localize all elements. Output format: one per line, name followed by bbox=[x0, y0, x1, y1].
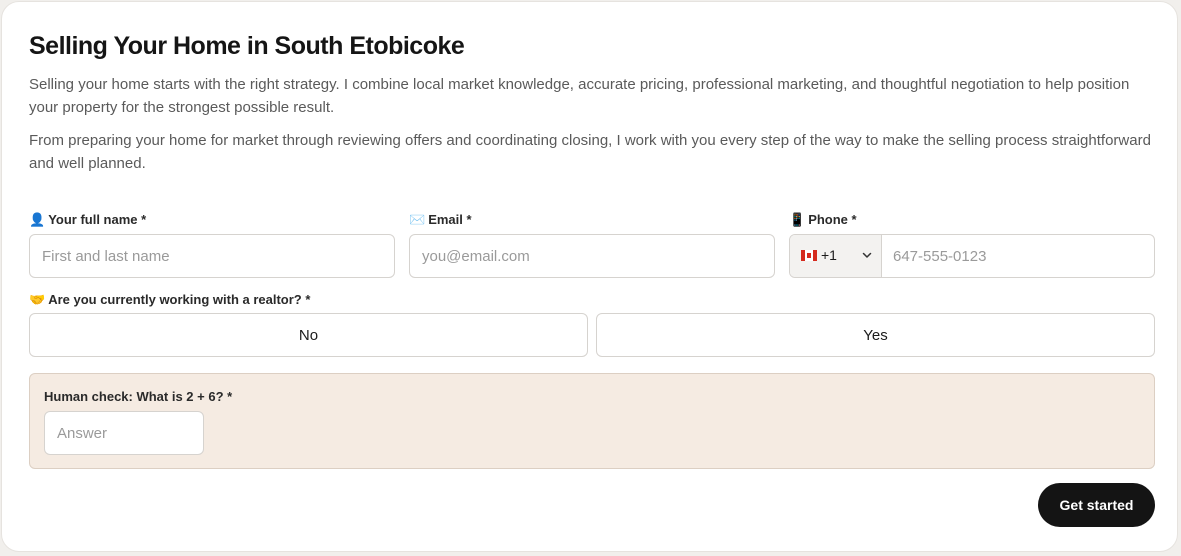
phone-label-text: Phone * bbox=[808, 212, 857, 227]
full-name-input[interactable] bbox=[29, 234, 395, 278]
realtor-question-label: 🤝 Are you currently working with a realto… bbox=[29, 292, 310, 308]
phone-field: +1 bbox=[789, 234, 1176, 278]
full-name-label-text: Your full name * bbox=[48, 212, 147, 227]
email-label-text: Email * bbox=[428, 212, 472, 227]
mobile-phone-icon: 📱 bbox=[789, 212, 806, 227]
canada-flag-icon bbox=[801, 250, 817, 261]
process-paragraph: From preparing your home for market thro… bbox=[29, 132, 1151, 172]
human-check-input[interactable] bbox=[44, 411, 204, 455]
human-check-label: Human check: What is 2 + 6? * bbox=[44, 389, 233, 404]
handshake-icon: 🤝 bbox=[29, 292, 46, 307]
realtor-yes-button[interactable]: Yes bbox=[596, 313, 1155, 357]
page-title: Selling Your Home in South Etobicoke bbox=[29, 32, 465, 60]
lead-form-card: Selling Your Home in South Etobicoke Sel… bbox=[1, 1, 1178, 552]
dial-code: +1 bbox=[821, 247, 837, 263]
realtor-no-button[interactable]: No bbox=[29, 313, 588, 357]
phone-label: 📱 Phone * bbox=[789, 212, 857, 228]
intro-paragraph: Selling your home starts with the right … bbox=[29, 76, 1130, 116]
chevron-down-icon bbox=[862, 252, 872, 258]
country-code-select[interactable]: +1 bbox=[790, 235, 882, 277]
envelope-icon: ✉️ bbox=[409, 212, 426, 227]
phone-input[interactable] bbox=[882, 235, 1176, 277]
person-icon: 👤 bbox=[29, 212, 46, 227]
get-started-button[interactable]: Get started bbox=[1038, 483, 1155, 527]
full-name-label: 👤 Your full name * bbox=[29, 212, 146, 228]
human-check-box: Human check: What is 2 + 6? * bbox=[29, 373, 1155, 469]
email-label: ✉️ Email * bbox=[409, 212, 472, 228]
email-input[interactable] bbox=[409, 234, 775, 278]
realtor-question-text: Are you currently working with a realtor… bbox=[48, 292, 311, 307]
